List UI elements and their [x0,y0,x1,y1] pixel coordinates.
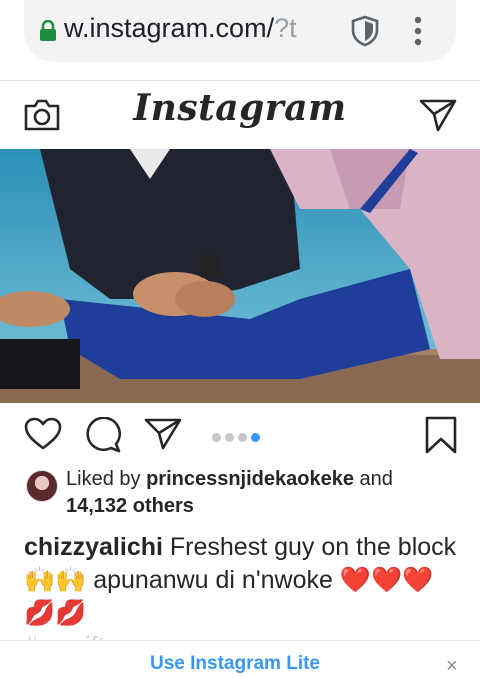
instagram-header: Instagram [0,80,480,150]
direct-message-icon[interactable] [418,97,458,133]
use-instagram-lite-link[interactable]: Use Instagram Lite [150,653,320,675]
carousel-dot-active [251,433,260,442]
shield-icon[interactable] [350,15,380,47]
carousel-dot [212,433,221,442]
likes-text: Liked by princessnjidekaokeke and 14,132… [66,466,466,520]
like-heart-icon[interactable] [24,417,62,451]
comment-icon[interactable] [84,417,122,453]
address-bar[interactable]: w.instagram.com/?t [24,0,456,62]
instagram-logo[interactable]: Instagram [0,87,480,129]
likes-joiner: and [359,468,393,490]
lock-icon [40,20,56,41]
post-actions [0,405,480,465]
post-image [0,149,480,403]
caption-username[interactable]: chizzyalichi [24,533,163,561]
likes-prefix: Liked by [66,468,141,490]
likes-others[interactable]: 14,132 others [66,495,194,517]
carousel-dot [225,433,234,442]
close-icon[interactable]: × [446,655,458,678]
likes-row: Liked by princessnjidekaokeke and 14,132… [0,465,480,521]
save-bookmark-icon[interactable] [424,415,458,455]
liker-avatar[interactable] [26,470,58,502]
lite-banner: Use Instagram Lite × [0,640,480,677]
url-text[interactable]: w.instagram.com/?t [64,13,364,44]
share-icon[interactable] [144,417,182,451]
url-visible: w.instagram.com/ [64,13,275,43]
browser-toolbar: w.instagram.com/?t [0,0,480,80]
carousel-dot [238,433,247,442]
carousel-indicator [212,429,264,442]
liker-username[interactable]: princessnjidekaokeke [146,468,354,490]
kebab-menu-icon[interactable] [406,14,430,48]
post-photo[interactable] [0,149,480,403]
url-faded: ?t [274,13,297,43]
